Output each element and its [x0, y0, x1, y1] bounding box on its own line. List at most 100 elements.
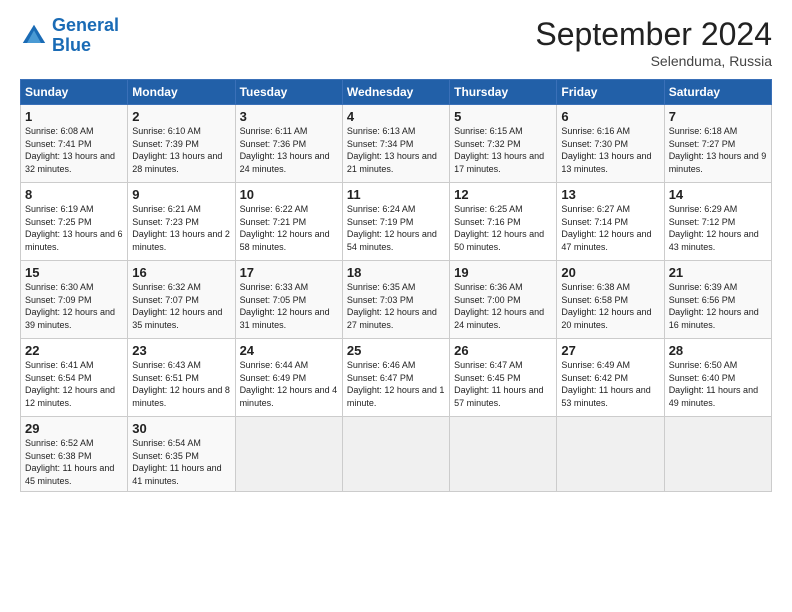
day-info: Sunrise: 6:19 AM Sunset: 7:25 PM Dayligh…: [25, 203, 123, 253]
day-number: 12: [454, 187, 552, 202]
day-info: Sunrise: 6:33 AM Sunset: 7:05 PM Dayligh…: [240, 281, 338, 331]
daylight: Daylight: 12 hours and 50 minutes.: [454, 229, 544, 252]
day-number: 28: [669, 343, 767, 358]
sunrise: Sunrise: 6:18 AM: [669, 126, 738, 136]
calendar-week-row: 15 Sunrise: 6:30 AM Sunset: 7:09 PM Dayl…: [21, 261, 772, 339]
calendar-cell: 16 Sunrise: 6:32 AM Sunset: 7:07 PM Dayl…: [128, 261, 235, 339]
sunrise: Sunrise: 6:32 AM: [132, 282, 201, 292]
day-info: Sunrise: 6:18 AM Sunset: 7:27 PM Dayligh…: [669, 125, 767, 175]
calendar-cell: 14 Sunrise: 6:29 AM Sunset: 7:12 PM Dayl…: [664, 183, 771, 261]
sunset: Sunset: 7:12 PM: [669, 217, 736, 227]
sunset: Sunset: 6:45 PM: [454, 373, 521, 383]
sunrise: Sunrise: 6:29 AM: [669, 204, 738, 214]
sunrise: Sunrise: 6:21 AM: [132, 204, 201, 214]
sunset: Sunset: 7:41 PM: [25, 139, 92, 149]
daylight: Daylight: 13 hours and 9 minutes.: [669, 151, 767, 174]
day-number: 6: [561, 109, 659, 124]
day-number: 8: [25, 187, 123, 202]
day-number: 17: [240, 265, 338, 280]
daylight: Daylight: 12 hours and 27 minutes.: [347, 307, 437, 330]
sunset: Sunset: 7:30 PM: [561, 139, 628, 149]
day-info: Sunrise: 6:46 AM Sunset: 6:47 PM Dayligh…: [347, 359, 445, 409]
day-of-week-header: Sunday: [21, 80, 128, 105]
page: General Blue September 2024 Selenduma, R…: [0, 0, 792, 502]
daylight: Daylight: 11 hours and 53 minutes.: [561, 385, 650, 408]
day-number: 30: [132, 421, 230, 436]
sunset: Sunset: 6:49 PM: [240, 373, 307, 383]
sunset: Sunset: 7:16 PM: [454, 217, 521, 227]
sunrise: Sunrise: 6:11 AM: [240, 126, 308, 136]
calendar-cell: 27 Sunrise: 6:49 AM Sunset: 6:42 PM Dayl…: [557, 339, 664, 417]
day-number: 22: [25, 343, 123, 358]
day-info: Sunrise: 6:15 AM Sunset: 7:32 PM Dayligh…: [454, 125, 552, 175]
calendar-cell: 2 Sunrise: 6:10 AM Sunset: 7:39 PM Dayli…: [128, 105, 235, 183]
day-info: Sunrise: 6:24 AM Sunset: 7:19 PM Dayligh…: [347, 203, 445, 253]
sunset: Sunset: 6:35 PM: [132, 451, 199, 461]
daylight: Daylight: 11 hours and 41 minutes.: [132, 463, 221, 486]
calendar-header-row: SundayMondayTuesdayWednesdayThursdayFrid…: [21, 80, 772, 105]
daylight: Daylight: 12 hours and 1 minute.: [347, 385, 445, 408]
sunrise: Sunrise: 6:43 AM: [132, 360, 201, 370]
calendar-week-row: 8 Sunrise: 6:19 AM Sunset: 7:25 PM Dayli…: [21, 183, 772, 261]
day-number: 14: [669, 187, 767, 202]
sunset: Sunset: 6:54 PM: [25, 373, 92, 383]
logo-text: General Blue: [52, 16, 119, 56]
daylight: Daylight: 11 hours and 57 minutes.: [454, 385, 543, 408]
day-info: Sunrise: 6:22 AM Sunset: 7:21 PM Dayligh…: [240, 203, 338, 253]
calendar-cell: 17 Sunrise: 6:33 AM Sunset: 7:05 PM Dayl…: [235, 261, 342, 339]
day-info: Sunrise: 6:25 AM Sunset: 7:16 PM Dayligh…: [454, 203, 552, 253]
day-info: Sunrise: 6:16 AM Sunset: 7:30 PM Dayligh…: [561, 125, 659, 175]
day-info: Sunrise: 6:36 AM Sunset: 7:00 PM Dayligh…: [454, 281, 552, 331]
sunrise: Sunrise: 6:30 AM: [25, 282, 94, 292]
logo-blue: Blue: [52, 35, 91, 55]
calendar-cell: 21 Sunrise: 6:39 AM Sunset: 6:56 PM Dayl…: [664, 261, 771, 339]
day-number: 24: [240, 343, 338, 358]
day-number: 3: [240, 109, 338, 124]
day-of-week-header: Tuesday: [235, 80, 342, 105]
sunset: Sunset: 6:42 PM: [561, 373, 628, 383]
day-info: Sunrise: 6:39 AM Sunset: 6:56 PM Dayligh…: [669, 281, 767, 331]
sunset: Sunset: 7:21 PM: [240, 217, 307, 227]
calendar-cell: 11 Sunrise: 6:24 AM Sunset: 7:19 PM Dayl…: [342, 183, 449, 261]
sunrise: Sunrise: 6:54 AM: [132, 438, 201, 448]
calendar-cell: [450, 417, 557, 492]
title-block: September 2024 Selenduma, Russia: [535, 16, 772, 69]
day-info: Sunrise: 6:29 AM Sunset: 7:12 PM Dayligh…: [669, 203, 767, 253]
day-number: 10: [240, 187, 338, 202]
calendar-cell: 1 Sunrise: 6:08 AM Sunset: 7:41 PM Dayli…: [21, 105, 128, 183]
day-number: 11: [347, 187, 445, 202]
day-info: Sunrise: 6:27 AM Sunset: 7:14 PM Dayligh…: [561, 203, 659, 253]
daylight: Daylight: 11 hours and 45 minutes.: [25, 463, 114, 486]
day-number: 13: [561, 187, 659, 202]
sunset: Sunset: 7:32 PM: [454, 139, 521, 149]
calendar-cell: 3 Sunrise: 6:11 AM Sunset: 7:36 PM Dayli…: [235, 105, 342, 183]
day-info: Sunrise: 6:54 AM Sunset: 6:35 PM Dayligh…: [132, 437, 230, 487]
day-info: Sunrise: 6:11 AM Sunset: 7:36 PM Dayligh…: [240, 125, 338, 175]
calendar-cell: 12 Sunrise: 6:25 AM Sunset: 7:16 PM Dayl…: [450, 183, 557, 261]
daylight: Daylight: 12 hours and 35 minutes.: [132, 307, 222, 330]
daylight: Daylight: 13 hours and 2 minutes.: [132, 229, 230, 252]
day-number: 21: [669, 265, 767, 280]
calendar-cell: 7 Sunrise: 6:18 AM Sunset: 7:27 PM Dayli…: [664, 105, 771, 183]
day-of-week-header: Thursday: [450, 80, 557, 105]
calendar-table: SundayMondayTuesdayWednesdayThursdayFrid…: [20, 79, 772, 492]
calendar-cell: [342, 417, 449, 492]
day-info: Sunrise: 6:50 AM Sunset: 6:40 PM Dayligh…: [669, 359, 767, 409]
sunrise: Sunrise: 6:08 AM: [25, 126, 94, 136]
daylight: Daylight: 13 hours and 24 minutes.: [240, 151, 330, 174]
sunrise: Sunrise: 6:35 AM: [347, 282, 416, 292]
day-of-week-header: Saturday: [664, 80, 771, 105]
sunset: Sunset: 7:39 PM: [132, 139, 199, 149]
sunset: Sunset: 6:56 PM: [669, 295, 736, 305]
sunrise: Sunrise: 6:47 AM: [454, 360, 523, 370]
calendar-cell: 19 Sunrise: 6:36 AM Sunset: 7:00 PM Dayl…: [450, 261, 557, 339]
location: Selenduma, Russia: [535, 53, 772, 69]
day-of-week-header: Wednesday: [342, 80, 449, 105]
sunset: Sunset: 7:27 PM: [669, 139, 736, 149]
sunset: Sunset: 6:47 PM: [347, 373, 414, 383]
day-number: 2: [132, 109, 230, 124]
daylight: Daylight: 12 hours and 4 minutes.: [240, 385, 338, 408]
calendar-cell: 24 Sunrise: 6:44 AM Sunset: 6:49 PM Dayl…: [235, 339, 342, 417]
sunrise: Sunrise: 6:25 AM: [454, 204, 523, 214]
sunrise: Sunrise: 6:16 AM: [561, 126, 630, 136]
